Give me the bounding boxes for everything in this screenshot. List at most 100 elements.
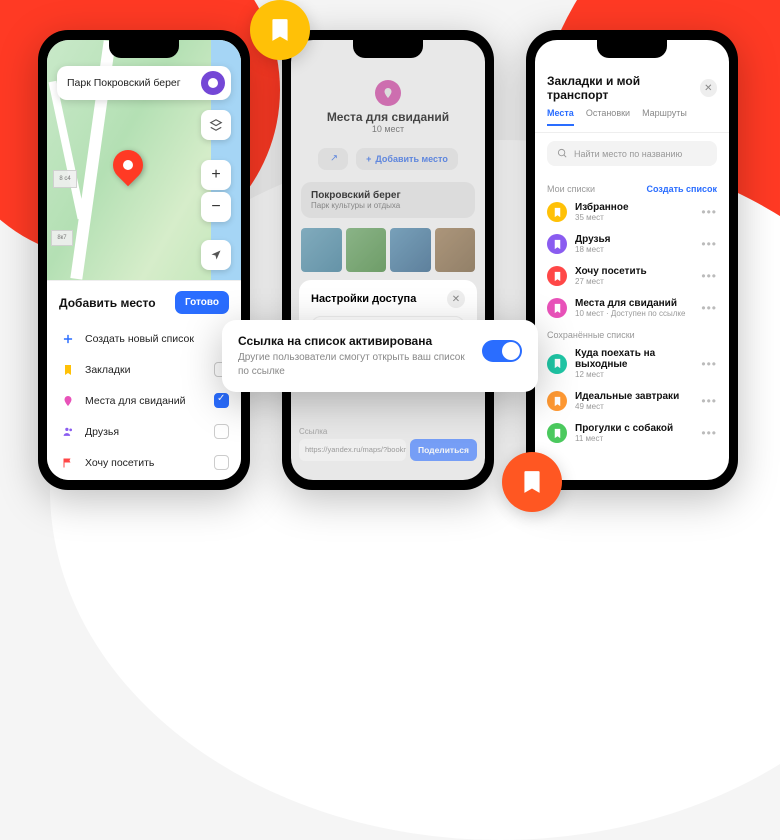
notch	[109, 40, 179, 58]
photo-thumb[interactable]	[346, 228, 387, 272]
tabs: Места Остановки Маршруты	[535, 108, 729, 133]
list-title: Хочу посетить	[575, 266, 693, 277]
photo-thumb[interactable]	[435, 228, 476, 272]
page-title: Закладки и мой транспорт	[547, 74, 700, 102]
bookmark-list-row[interactable]: Куда поехать на выходные12 мест •••	[547, 342, 717, 385]
list-row[interactable]: Хочу посетить	[59, 447, 229, 478]
bookmark-list-row[interactable]: Идеальные завтраки49 мест•••	[547, 385, 717, 417]
place-subtitle: Парк культуры и отдыха	[311, 201, 465, 210]
list-row-label: Друзья	[85, 426, 206, 438]
link-input[interactable]: https://yandex.ru/maps/?bookmarks%57	[299, 439, 406, 461]
bookmark-icon	[519, 469, 545, 495]
map-road	[49, 81, 86, 220]
zoom-in-button[interactable]: +	[201, 160, 231, 190]
create-list-link[interactable]: Создать список	[647, 184, 718, 194]
close-button[interactable]: ✕	[447, 290, 465, 308]
list-subtitle: 11 мест	[575, 434, 693, 443]
bookmark-list-row[interactable]: Хочу посетить27 мест •••	[547, 260, 717, 292]
checkbox[interactable]	[214, 393, 229, 408]
list-color-icon	[547, 391, 567, 411]
done-button[interactable]: Готово	[175, 291, 229, 314]
list-color-icon	[547, 202, 567, 222]
list-color-icon	[547, 234, 567, 254]
list-title: Места для свиданий	[303, 110, 473, 124]
search-text: Парк Покровский берег	[67, 77, 201, 89]
flag-icon	[59, 457, 77, 469]
search-input[interactable]: Найти место по названию	[547, 141, 717, 166]
bookmark-list-row[interactable]: Избранное35 мест •••	[547, 196, 717, 228]
list-row[interactable]: Создать новый список	[59, 324, 229, 354]
checkbox[interactable]	[214, 424, 229, 439]
add-place-row: + Добавить место	[291, 142, 485, 176]
bookmark-badge-top	[250, 0, 310, 60]
map-area[interactable]: 8 с4 8к7 Парк Покровский берег + −	[47, 40, 241, 280]
voice-assistant-icon[interactable]	[201, 71, 225, 95]
photo-strip	[301, 228, 475, 272]
locate-button[interactable]	[201, 240, 231, 270]
list-title: Друзья	[575, 234, 693, 245]
share-button[interactable]: Поделиться	[410, 439, 477, 461]
notch	[353, 40, 423, 58]
list-subtitle: 35 мест	[575, 213, 693, 222]
locate-icon	[210, 249, 222, 261]
sheet-title: Добавить место	[59, 296, 156, 310]
more-button[interactable]: •••	[701, 426, 717, 440]
bookmark-list-row[interactable]: Прогулки с собакой11 мест •••	[547, 417, 717, 449]
bookmark-list-row[interactable]: Друзья18 мест•••	[547, 228, 717, 260]
link-activated-toast: Ссылка на список активирована Другие пол…	[222, 320, 538, 392]
list-row[interactable]: Друзья	[59, 416, 229, 447]
phone-map: 8 с4 8к7 Парк Покровский берег + − Добав…	[38, 30, 250, 490]
plus-icon	[59, 332, 77, 346]
people-icon	[59, 425, 77, 438]
toast-body: Другие пользователи смогут открыть ваш с…	[238, 351, 470, 378]
place-card[interactable]: Покровский берег Парк культуры и отдыха	[301, 182, 475, 218]
toast-title: Ссылка на список активирована	[238, 334, 470, 348]
more-button[interactable]: •••	[701, 301, 717, 315]
add-place-sheet: Добавить место Готово Создать новый спис…	[47, 280, 241, 480]
bookmark-list-row[interactable]: Места для свиданий10 мест · Доступен по …	[547, 292, 717, 324]
list-row[interactable]: Места для свиданий	[59, 385, 229, 416]
share-chip[interactable]	[318, 148, 348, 170]
list-row-label: Хочу посетить	[85, 457, 206, 469]
tab-Маршруты[interactable]: Маршруты	[642, 108, 687, 126]
list-title: Избранное	[575, 202, 693, 213]
list-subtitle: 27 мест	[575, 277, 693, 286]
map-building: 8 с4	[53, 170, 77, 188]
notch	[597, 40, 667, 58]
link-label: Ссылка	[299, 427, 477, 436]
list-title: Прогулки с собакой	[575, 423, 693, 434]
list-title: Куда поехать на выходные	[575, 348, 693, 370]
tab-Места[interactable]: Места	[547, 108, 574, 126]
bookmark-icon	[267, 17, 293, 43]
list-row-label: Места для свиданий	[85, 395, 206, 407]
zoom-out-button[interactable]: −	[201, 192, 231, 222]
pin-icon	[59, 395, 77, 407]
photo-thumb[interactable]	[301, 228, 342, 272]
list-row-label: Создать новый список	[85, 333, 229, 345]
list-subtitle: 12 мест	[575, 370, 693, 379]
photo-thumb[interactable]	[390, 228, 431, 272]
close-button[interactable]: ✕	[700, 79, 717, 97]
more-button[interactable]: •••	[701, 269, 717, 283]
more-button[interactable]: •••	[701, 394, 717, 408]
link-box: Ссылка https://yandex.ru/maps/?bookmarks…	[299, 427, 477, 461]
share-icon	[328, 154, 338, 164]
layers-button[interactable]	[201, 110, 231, 140]
section-title: Сохранённые списки	[547, 330, 635, 340]
more-button[interactable]: •••	[701, 205, 717, 219]
more-button[interactable]: •••	[701, 357, 717, 371]
search-bar[interactable]: Парк Покровский берег	[57, 66, 231, 100]
list-color-icon	[547, 266, 567, 286]
checkbox[interactable]	[214, 455, 229, 470]
list-subtitle: 10 мест · Доступен по ссылке	[575, 309, 693, 318]
share-toggle[interactable]	[482, 340, 522, 362]
list-color-icon	[547, 298, 567, 318]
list-row[interactable]: Закладки	[59, 354, 229, 385]
add-place-chip[interactable]: + Добавить место	[356, 148, 458, 170]
map-building: 8к7	[51, 230, 73, 246]
list-subtitle: 49 мест	[575, 402, 693, 411]
more-button[interactable]: •••	[701, 237, 717, 251]
map-pin[interactable]	[107, 144, 149, 186]
access-title: Настройки доступа	[311, 293, 416, 305]
tab-Остановки[interactable]: Остановки	[586, 108, 630, 126]
